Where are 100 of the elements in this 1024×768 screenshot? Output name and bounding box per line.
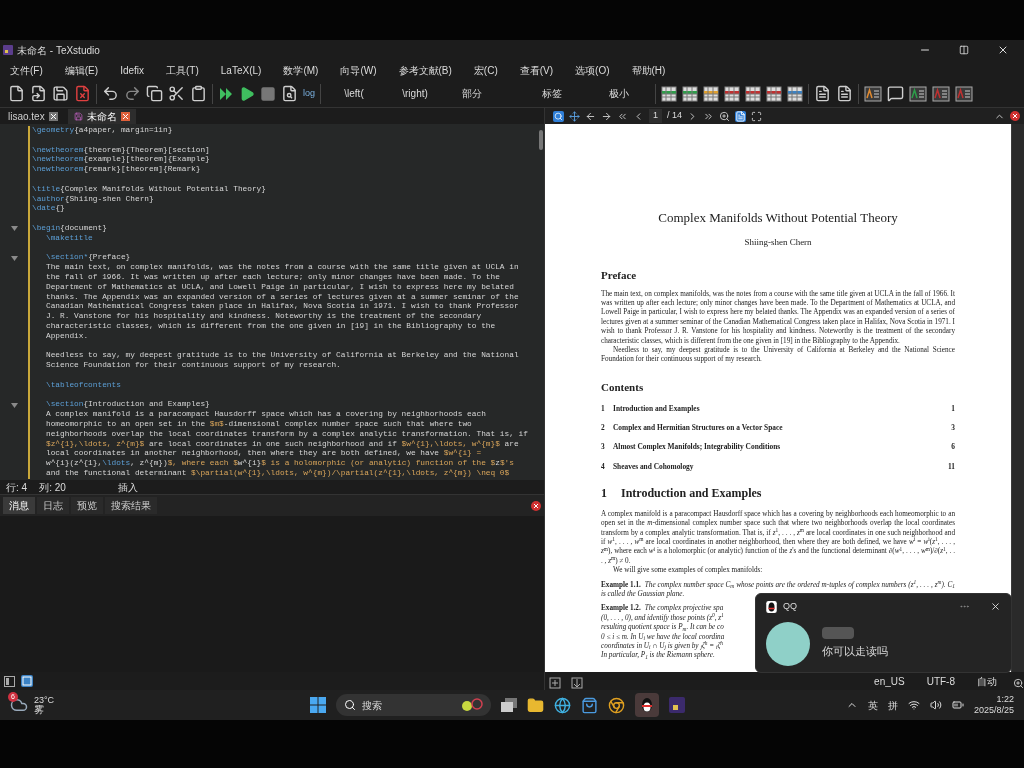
wifi-icon[interactable]: [907, 699, 920, 711]
status-item[interactable]: en_US: [868, 674, 911, 689]
sync-icon[interactable]: [571, 677, 583, 689]
table-icon[interactable]: [661, 85, 677, 102]
avatar: [766, 621, 810, 666]
toolbar-dropdown[interactable]: \left(: [326, 82, 382, 105]
view-document-icon[interactable]: [281, 85, 298, 102]
menu-item[interactable]: LaTeX(L): [220, 62, 262, 78]
toolbar-dropdown[interactable]: 部分: [462, 82, 516, 105]
line-indicator: 行: 4: [6, 480, 28, 495]
comment-icon[interactable]: [887, 85, 904, 102]
scrollbar-thumb[interactable]: [539, 130, 543, 150]
text-box-icon[interactable]: [932, 85, 950, 102]
table-icon[interactable]: [766, 85, 782, 102]
zoom-icon[interactable]: [1013, 678, 1024, 689]
scrollbar[interactable]: [1012, 124, 1024, 672]
menu-item[interactable]: 编辑(E): [64, 62, 99, 78]
store-icon[interactable]: [581, 696, 598, 714]
menu-item[interactable]: 选项(O): [575, 62, 610, 78]
paste-icon[interactable]: [190, 85, 207, 102]
document-author: Shiing-shen Chern: [743, 235, 813, 249]
toolbar-dropdown[interactable]: \right): [387, 82, 443, 105]
menu-item[interactable]: 查看(V): [519, 62, 554, 78]
section-heading: Introduction and Examples: [621, 484, 762, 502]
pan-icon[interactable]: [569, 110, 580, 122]
copy-icon[interactable]: [146, 85, 163, 102]
browser-icon[interactable]: [554, 696, 571, 714]
table-icon[interactable]: [724, 85, 740, 102]
fullscreen-icon[interactable]: [751, 110, 763, 122]
stop-icon[interactable]: [260, 85, 276, 102]
qq-taskbar-button[interactable]: [635, 693, 659, 717]
toolbar-dropdown[interactable]: 极小: [588, 82, 650, 105]
page-number-field[interactable]: 1: [649, 109, 662, 123]
menu-item[interactable]: 宏(C): [473, 62, 498, 78]
fold-arrow-icon[interactable]: [10, 226, 18, 232]
log-button[interactable]: log: [303, 89, 315, 98]
new-file-icon[interactable]: [8, 85, 25, 102]
menu-item[interactable]: 文件(F): [10, 62, 43, 78]
close-icon[interactable]: [531, 500, 541, 511]
status-item[interactable]: UTF-8: [920, 674, 961, 689]
table-icon[interactable]: [703, 85, 719, 102]
table-icon[interactable]: [787, 85, 803, 102]
editor-tab[interactable]: 未命名: [67, 109, 136, 124]
editor-tab[interactable]: lisao.tex: [2, 109, 64, 124]
fold-arrow-icon[interactable]: [10, 255, 18, 261]
save-icon[interactable]: [52, 85, 69, 102]
sync-icon[interactable]: [549, 677, 561, 689]
text-box-icon[interactable]: [955, 85, 973, 102]
text-box-icon[interactable]: [909, 85, 927, 102]
toolbar-dropdown[interactable]: 标签: [521, 82, 583, 105]
volume-icon[interactable]: [929, 699, 942, 711]
close-icon[interactable]: [120, 112, 130, 121]
close-icon[interactable]: [48, 112, 58, 121]
menu-item[interactable]: 工具(T): [166, 62, 199, 78]
task-view-icon[interactable]: [501, 698, 517, 712]
panel-toggle-icon[interactable]: [4, 675, 15, 687]
back-icon[interactable]: [585, 110, 596, 122]
panel-tab[interactable]: 日志: [37, 497, 69, 514]
menu-item[interactable]: 帮助(H): [631, 62, 666, 78]
panel-tab[interactable]: 预览: [71, 497, 103, 514]
table-icon[interactable]: [745, 85, 761, 102]
forward-icon[interactable]: [601, 110, 612, 122]
close-icon[interactable]: [997, 44, 1009, 56]
battery-icon[interactable]: [951, 699, 964, 711]
build-view-icon[interactable]: [218, 85, 234, 102]
search-field[interactable]: 搜索: [336, 694, 491, 716]
menu-item[interactable]: Idefix: [120, 62, 145, 78]
close-icon[interactable]: [1010, 111, 1020, 121]
document-icon[interactable]: [814, 85, 831, 102]
file-link-icon[interactable]: [30, 85, 47, 102]
folder-icon[interactable]: [527, 696, 544, 714]
document-icon[interactable]: [836, 85, 853, 102]
text-box-icon[interactable]: [864, 85, 882, 102]
close-icon[interactable]: [990, 601, 1001, 613]
menu-item[interactable]: 数学(M): [283, 62, 319, 78]
fold-arrow-icon[interactable]: [10, 402, 18, 408]
undo-icon[interactable]: [102, 85, 119, 102]
weather-icon[interactable]: [10, 696, 28, 714]
cut-icon[interactable]: [168, 85, 185, 102]
temperature: 23°C: [34, 695, 55, 705]
browser-icon[interactable]: [608, 696, 625, 714]
notification-app-name: QQ: [783, 600, 797, 613]
restore-icon[interactable]: [959, 45, 969, 55]
menu-item[interactable]: 参考文献(B): [398, 62, 452, 78]
start-icon[interactable]: [310, 697, 326, 713]
ime-mode[interactable]: 拼: [887, 697, 898, 713]
app-logo-icon[interactable]: [669, 697, 685, 713]
fit-page-icon[interactable]: [735, 110, 747, 122]
zoom-icon[interactable]: [719, 110, 731, 122]
notification-popup[interactable]: QQ 你可以走读吗: [755, 593, 1012, 673]
menu-item[interactable]: 向导(W): [340, 62, 377, 78]
status-item[interactable]: 自动: [971, 674, 1003, 689]
ime-language[interactable]: 英: [867, 697, 878, 713]
search-icon[interactable]: [553, 110, 564, 122]
close-file-icon[interactable]: [74, 85, 91, 102]
redo-icon[interactable]: [124, 85, 141, 102]
table-icon[interactable]: [682, 85, 698, 102]
panel-tab[interactable]: 消息: [3, 497, 35, 514]
compile-icon[interactable]: [239, 85, 255, 102]
panel-tab[interactable]: 搜索结果: [105, 497, 157, 514]
